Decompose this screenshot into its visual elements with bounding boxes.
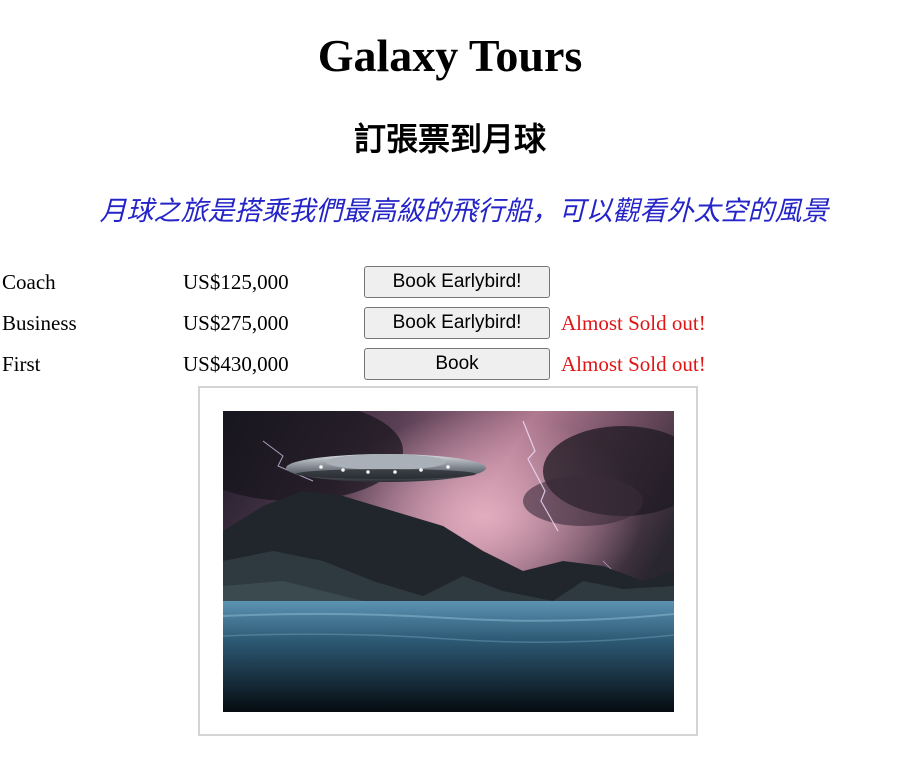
ticket-class: First (2, 352, 41, 376)
ticket-row-first: First US$430,000 Book Almost Sold out! (2, 348, 892, 382)
ufo-over-lake-image (223, 411, 674, 712)
ticket-row-coach: Coach US$125,000 Book Earlybird! (2, 266, 892, 300)
book-earlybird-button[interactable]: Book Earlybird! (364, 307, 550, 339)
page-subtitle: 訂張票到月球 (353, 120, 546, 158)
ticket-price: US$125,000 (183, 270, 289, 294)
sold-out-notice: Almost Sold out! (561, 311, 706, 335)
ticket-price: US$275,000 (183, 311, 289, 335)
ticket-price: US$430,000 (183, 352, 289, 376)
ufo-scene-illustration (223, 411, 674, 712)
ticket-row-business: Business US$275,000 Book Earlybird! Almo… (2, 307, 892, 341)
tagline: 月球之旅是搭乘我們最高級的飛行船，可以觀看外太空的風景 (99, 196, 829, 227)
sold-out-notice: Almost Sold out! (561, 352, 706, 376)
photo-frame (198, 386, 698, 736)
ticket-class: Coach (2, 270, 56, 294)
ticket-class: Business (2, 311, 77, 335)
page-title: Galaxy Tours (317, 30, 583, 81)
book-earlybird-button[interactable]: Book Earlybird! (364, 266, 550, 298)
book-button[interactable]: Book (364, 348, 550, 380)
